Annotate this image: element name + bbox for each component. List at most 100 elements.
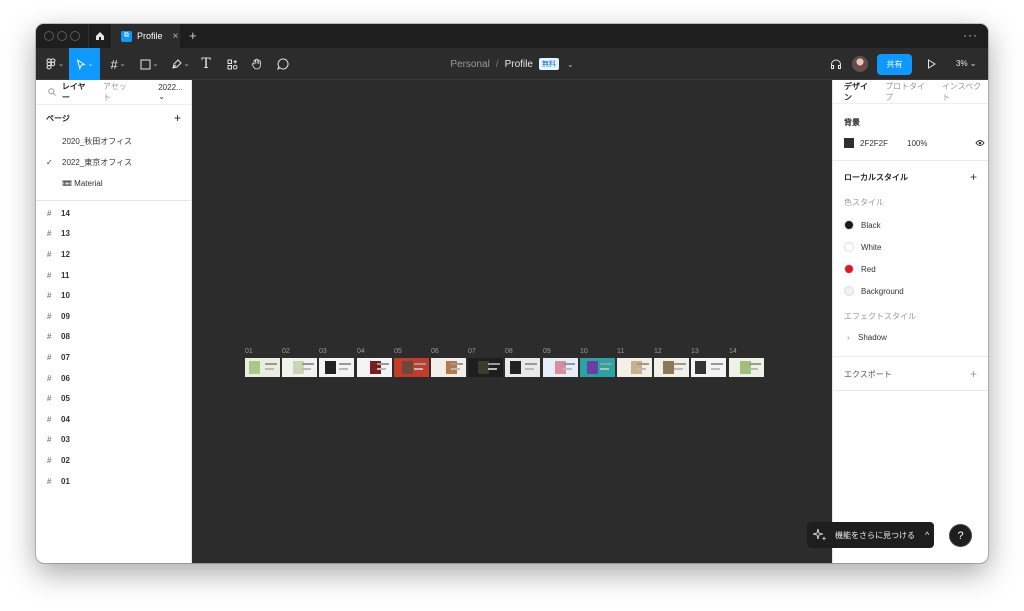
layer-frame-item[interactable]: #05 — [36, 388, 191, 409]
frame-thumbnail[interactable] — [468, 358, 503, 377]
frame-thumbnail[interactable] — [543, 358, 578, 377]
add-page-button[interactable]: + — [174, 111, 181, 125]
avatar[interactable] — [852, 56, 868, 72]
frame-label[interactable]: 05 — [394, 348, 402, 355]
breadcrumb-team[interactable]: Personal — [450, 59, 489, 70]
frame-label[interactable]: 09 — [543, 348, 551, 355]
frame-hash-icon: # — [47, 270, 52, 280]
layer-frame-item[interactable]: #09 — [36, 306, 191, 327]
search-icon[interactable] — [48, 88, 56, 96]
page-item[interactable]: ✓ 2022_東京オフィス — [36, 152, 191, 173]
layer-frame-item[interactable]: #12 — [36, 244, 191, 265]
frame-label[interactable]: 02 — [282, 348, 290, 355]
chevron-up-icon[interactable]: ^ — [925, 530, 929, 540]
layer-frame-item[interactable]: #14 — [36, 203, 191, 224]
frame-tool-button[interactable]: # ⌄ — [106, 48, 130, 80]
layer-frame-item[interactable]: #13 — [36, 224, 191, 245]
layer-frame-item[interactable]: #04 — [36, 409, 191, 430]
share-button[interactable]: 共有 — [877, 54, 912, 75]
effect-style-item[interactable]: › Shadow — [833, 326, 988, 348]
eye-icon[interactable] — [975, 139, 986, 147]
tab-prototype[interactable]: プロトタイプ — [885, 81, 932, 103]
breadcrumb-file-name[interactable]: Profile — [505, 59, 533, 70]
frame-label[interactable]: 11 — [617, 348, 624, 355]
export-header[interactable]: エクスポート + — [833, 367, 988, 381]
close-window-button[interactable] — [44, 31, 54, 41]
frame-thumbnail[interactable] — [245, 358, 280, 377]
audio-button[interactable] — [828, 48, 844, 80]
frame-thumbnail[interactable] — [319, 358, 354, 377]
move-tool-button[interactable]: ⌄ — [69, 48, 100, 80]
color-style-item[interactable]: Black — [833, 214, 988, 236]
background-opacity[interactable]: 100% — [907, 139, 927, 148]
help-button[interactable]: ? — [949, 524, 972, 547]
file-menu-chevron-icon[interactable]: ⌄ — [567, 60, 574, 69]
layer-frame-item[interactable]: #11 — [36, 265, 191, 286]
page-item[interactable]: 2020_秋田オフィス — [36, 131, 191, 152]
frame-thumbnail[interactable] — [580, 358, 615, 377]
home-tab[interactable] — [88, 24, 112, 48]
frame-label[interactable]: 14 — [729, 348, 737, 355]
discover-features-button[interactable]: 機能をさらに見つける ^ — [807, 522, 934, 548]
tab-assets[interactable]: アセット — [103, 81, 134, 103]
background-swatch[interactable] — [844, 138, 854, 148]
text-tool-button[interactable]: T — [198, 48, 214, 80]
frame-thumbnail[interactable] — [617, 358, 652, 377]
page-item[interactable]: 📼 Material — [36, 173, 191, 194]
frame-thumbnail[interactable] — [357, 358, 392, 377]
layer-frame-item[interactable]: #06 — [36, 368, 191, 389]
resources-button[interactable] — [224, 48, 240, 80]
frame-label[interactable]: 01 — [245, 348, 253, 355]
maximize-window-button[interactable] — [70, 31, 80, 41]
frame-label[interactable]: 12 — [654, 348, 662, 355]
hand-tool-button[interactable] — [249, 48, 265, 80]
layer-name: 14 — [61, 208, 70, 218]
frame-thumbnail[interactable] — [505, 358, 540, 377]
frame-label[interactable]: 06 — [431, 348, 439, 355]
main-menu-button[interactable]: ⌄ — [42, 48, 68, 80]
chevron-right-icon[interactable]: › — [844, 333, 858, 342]
zoom-dropdown[interactable]: 3% ⌄ — [956, 59, 977, 68]
canvas[interactable]: 01 02 03 04 05 06 07 08 09 10 11 12 13 14 — [192, 80, 832, 563]
layer-frame-item[interactable]: #07 — [36, 347, 191, 368]
frame-label[interactable]: 10 — [580, 348, 588, 355]
frame-label[interactable]: 08 — [505, 348, 513, 355]
file-tab-profile[interactable]: ⧉ Profile × — [112, 24, 180, 48]
tab-layers[interactable]: レイヤー — [62, 81, 93, 103]
present-button[interactable] — [924, 48, 938, 80]
close-tab-icon[interactable]: × — [173, 31, 179, 42]
frame-thumbnail[interactable] — [691, 358, 726, 377]
color-styles-list: Black White Red Background — [833, 214, 988, 302]
comment-tool-button[interactable] — [275, 48, 291, 80]
page-selector[interactable]: 2022... ⌄ — [158, 83, 191, 101]
layer-frame-item[interactable]: #01 — [36, 471, 191, 492]
background-hex[interactable]: 2F2F2F — [860, 139, 907, 148]
layer-frame-item[interactable]: #10 — [36, 285, 191, 306]
frame-label[interactable]: 13 — [691, 348, 699, 355]
frame-thumbnail[interactable] — [394, 358, 429, 377]
add-export-button[interactable]: + — [970, 367, 977, 381]
frame-thumbnail[interactable] — [729, 358, 764, 377]
tab-design[interactable]: デザイン — [844, 81, 875, 103]
pen-tool-button[interactable]: ⌄ — [168, 48, 192, 80]
color-style-item[interactable]: White — [833, 236, 988, 258]
tab-inspect[interactable]: インスペクト — [942, 81, 988, 103]
more-options-button[interactable]: ··· — [963, 28, 978, 42]
frame-thumbnail[interactable] — [654, 358, 689, 377]
layer-frame-item[interactable]: #02 — [36, 450, 191, 471]
frame-label[interactable]: 04 — [357, 348, 365, 355]
layer-frame-item[interactable]: #03 — [36, 430, 191, 451]
minimize-window-button[interactable] — [57, 31, 67, 41]
frame-hash-icon: # — [47, 249, 52, 259]
frame-thumbnail[interactable] — [282, 358, 317, 377]
shape-tool-button[interactable]: ⌄ — [137, 48, 161, 80]
add-style-button[interactable]: + — [970, 170, 977, 184]
frame-label[interactable]: 03 — [319, 348, 327, 355]
frame-thumbnail[interactable] — [431, 358, 466, 377]
color-style-item[interactable]: Background — [833, 280, 988, 302]
layer-frame-item[interactable]: #08 — [36, 327, 191, 348]
background-row[interactable]: 2F2F2F 100% — [833, 136, 988, 150]
color-style-item[interactable]: Red — [833, 258, 988, 280]
new-tab-button[interactable]: + — [189, 28, 197, 43]
frame-label[interactable]: 07 — [468, 348, 476, 355]
